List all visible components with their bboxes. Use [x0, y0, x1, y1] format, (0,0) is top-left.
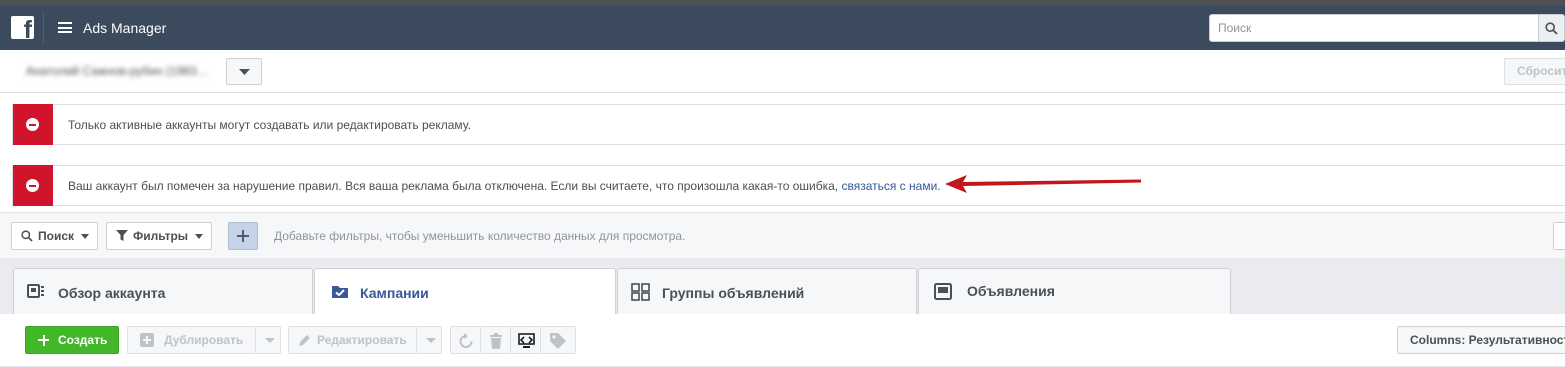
alert-message-text: Ваш аккаунт был помечен за нарушение пра…	[68, 179, 842, 193]
create-label: Создать	[58, 333, 108, 347]
filter-bar: Поиск Фильтры Добавьте фильтры, чтобы ум…	[0, 212, 1565, 258]
hamburger-menu-icon[interactable]	[58, 22, 72, 33]
edit-label: Редактировать	[317, 333, 407, 347]
stop-icon	[26, 118, 39, 131]
filters-label: Фильтры	[133, 229, 189, 243]
tab-label: Кампании	[360, 285, 429, 301]
delete-button[interactable]	[480, 326, 511, 354]
duplicate-icon	[140, 333, 154, 347]
grid-icon	[631, 283, 650, 301]
duplicate-button[interactable]: Дублировать	[127, 326, 256, 354]
search-filter-label: Поиск	[38, 229, 75, 243]
alert-message: Только активные аккаунты могут создавать…	[68, 118, 471, 132]
filters-button[interactable]: Фильтры	[106, 222, 212, 250]
caret-down-icon	[265, 338, 275, 343]
ad-icon	[934, 283, 952, 300]
alert-red-block	[13, 165, 53, 206]
funnel-icon	[116, 230, 128, 241]
plus-icon-vertical	[242, 230, 244, 242]
search-filter-button[interactable]: Поиск	[11, 222, 98, 250]
facebook-logo-icon[interactable]: f	[11, 16, 34, 39]
trash-icon	[490, 333, 502, 349]
account-overview-icon	[27, 284, 44, 298]
compare-button[interactable]	[510, 326, 541, 354]
level-tabs: Обзор аккаунта Кампании Группы объявлени…	[0, 258, 1565, 315]
account-name-selector[interactable]: Анатолий Сажнов-рубин (1983…	[12, 58, 228, 85]
tag-button[interactable]	[540, 326, 576, 354]
edit-dropdown-button[interactable]	[416, 326, 442, 354]
reset-button[interactable]: Сбросить	[1504, 58, 1565, 85]
add-filter-button[interactable]	[228, 222, 258, 250]
folder-check-icon	[332, 286, 348, 298]
header-divider	[43, 12, 44, 44]
alert-message: Ваш аккаунт был помечен за нарушение пра…	[68, 179, 941, 193]
campaign-toolbar: Создать Дублировать Редактировать Column…	[0, 314, 1565, 367]
compare-icon	[518, 333, 535, 348]
create-button[interactable]: Создать	[25, 326, 119, 354]
tab-ads[interactable]: Объявления	[918, 268, 1231, 314]
filter-right-button[interactable]	[1553, 222, 1565, 250]
caret-down-icon	[195, 234, 203, 239]
app-title: Ads Manager	[83, 20, 167, 36]
search-button[interactable]	[1538, 14, 1565, 42]
refresh-icon	[459, 333, 473, 348]
alert-policy-violation: Ваш аккаунт был помечен за нарушение пра…	[12, 165, 1565, 206]
filter-hint-text: Добавьте фильтры, чтобы уменьшить количе…	[274, 229, 686, 243]
top-navigation-bar: f Ads Manager Поиск	[0, 6, 1565, 50]
columns-dropdown-button[interactable]: Columns: Результативность	[1397, 326, 1565, 354]
edit-button[interactable]: Редактировать	[288, 326, 417, 354]
stop-icon	[26, 179, 39, 192]
contact-us-link[interactable]: связаться с нами.	[841, 179, 940, 193]
caret-down-icon	[81, 234, 89, 239]
duplicate-dropdown-button[interactable]	[255, 326, 281, 354]
search-icon	[21, 230, 33, 242]
alert-inactive-account: Только активные аккаунты могут создавать…	[12, 104, 1565, 145]
plus-icon-vertical	[42, 334, 45, 346]
tab-ad-sets[interactable]: Группы объявлений	[617, 268, 917, 314]
red-arrow-annotation-icon	[945, 175, 1141, 193]
tag-icon	[550, 333, 566, 349]
search-icon	[1545, 22, 1558, 35]
tab-account-overview[interactable]: Обзор аккаунта	[13, 268, 313, 314]
tab-label: Обзор аккаунта	[58, 285, 166, 301]
alert-red-block	[13, 104, 53, 145]
tab-label: Группы объявлений	[662, 285, 805, 301]
refresh-button[interactable]	[450, 326, 481, 354]
tab-label: Объявления	[967, 283, 1055, 299]
account-dropdown-button[interactable]	[226, 58, 262, 85]
search-input[interactable]: Поиск	[1209, 14, 1539, 42]
caret-down-icon	[426, 338, 436, 343]
tab-campaigns[interactable]: Кампании	[314, 268, 616, 315]
caret-down-icon	[239, 69, 250, 75]
duplicate-label: Дублировать	[164, 333, 244, 347]
pencil-icon	[299, 335, 310, 346]
account-selector-bar: Анатолий Сажнов-рубин (1983… Сбросить	[0, 50, 1565, 93]
